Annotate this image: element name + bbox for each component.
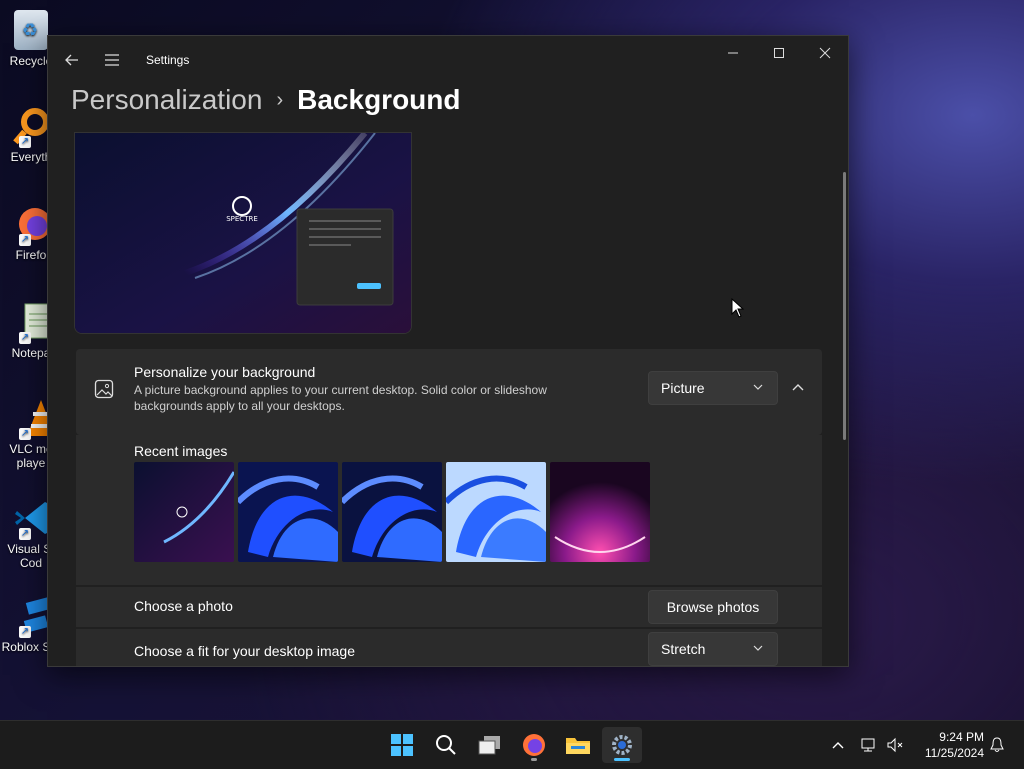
choose-fit-label: Choose a fit for your desktop image — [134, 643, 356, 659]
fit-dropdown[interactable]: Stretch — [648, 632, 778, 666]
personalize-background-card: Personalize your background A picture ba… — [76, 349, 822, 435]
everything-search-icon: ↗ — [11, 106, 51, 148]
active-indicator — [614, 758, 630, 761]
shortcut-arrow-icon: ↗ — [19, 626, 31, 638]
recent-images-label: Recent images — [134, 443, 228, 459]
app-title: Settings — [146, 53, 190, 67]
settings-content: SPECTRE Personalize your background A pi… — [48, 132, 848, 666]
mouse-cursor-icon — [731, 298, 745, 318]
show-hidden-icons-button[interactable] — [828, 721, 848, 769]
firefox-icon — [523, 734, 545, 756]
running-indicator — [531, 758, 537, 761]
choose-photo-label: Choose a photo — [134, 598, 233, 614]
task-view-button[interactable] — [470, 727, 510, 763]
shortcut-arrow-icon: ↗ — [19, 332, 31, 344]
personalize-description: A picture background applies to your cur… — [134, 383, 547, 413]
bell-icon — [990, 737, 1004, 752]
clock-time: 9:24 PM — [939, 730, 984, 744]
minimize-icon — [728, 52, 738, 54]
taskbar-search-button[interactable] — [426, 727, 466, 763]
breadcrumb: Personalization › Background — [71, 84, 460, 116]
roblox-studio-icon: ↗ — [11, 596, 51, 638]
settings-gear-icon — [612, 735, 632, 755]
windows-start-icon — [391, 734, 413, 756]
shortcut-arrow-icon: ↗ — [19, 428, 31, 440]
personalize-title: Personalize your background — [134, 364, 316, 380]
search-icon — [436, 735, 456, 755]
chevron-down-icon — [753, 384, 763, 390]
vscode-icon: ↗ — [11, 498, 55, 540]
background-type-dropdown[interactable]: Picture — [648, 371, 778, 405]
picture-icon — [94, 379, 114, 404]
file-explorer-icon — [566, 738, 590, 754]
minimize-button[interactable] — [710, 36, 756, 70]
recycle-bin-icon: ♻ — [14, 10, 48, 50]
vertical-scrollbar[interactable] — [843, 172, 846, 440]
volume-muted-icon — [887, 737, 903, 753]
recent-images-strip — [134, 462, 654, 562]
clock-date: 11/25/2024 — [924, 746, 984, 760]
recent-image-thumbnail[interactable] — [238, 462, 338, 562]
taskbar: 9:24 PM 11/25/2024 — [0, 720, 1024, 769]
recent-image-thumbnail[interactable] — [342, 462, 442, 562]
settings-window: Settings Personalization › Background SP… — [47, 35, 849, 667]
taskbar-settings-button[interactable] — [602, 727, 642, 763]
nav-menu-button[interactable] — [96, 44, 128, 76]
recent-images-section: Recent images — [76, 435, 822, 585]
network-disconnected-icon — [861, 738, 875, 752]
fit-value: Stretch — [661, 641, 706, 657]
firefox-icon: ↗ — [11, 204, 51, 246]
hamburger-icon — [105, 54, 119, 66]
start-button[interactable] — [382, 727, 422, 763]
task-view-icon — [478, 736, 500, 755]
breadcrumb-parent[interactable]: Personalization — [71, 84, 262, 116]
vlc-icon: ↗ — [11, 398, 55, 440]
taskbar-firefox-button[interactable] — [514, 727, 554, 763]
page-title: Background — [297, 84, 461, 115]
desktop-preview: SPECTRE — [74, 132, 412, 334]
shortcut-arrow-icon: ↗ — [19, 234, 31, 246]
shortcut-arrow-icon: ↗ — [19, 136, 31, 148]
background-type-value: Picture — [661, 380, 705, 396]
close-icon — [819, 47, 831, 59]
breadcrumb-separator: › — [276, 88, 284, 111]
back-button[interactable] — [56, 44, 88, 76]
maximize-button[interactable] — [756, 36, 802, 70]
collapse-button[interactable] — [782, 371, 814, 405]
recent-image-thumbnail[interactable] — [446, 462, 546, 562]
taskbar-clock[interactable]: 9:24 PM 11/25/2024 — [925, 729, 984, 761]
chevron-up-icon — [832, 742, 844, 749]
choose-photo-row: Choose a photo Browse photos — [76, 587, 822, 627]
browse-photos-button[interactable]: Browse photos — [648, 590, 778, 624]
chevron-up-icon — [792, 384, 804, 391]
notepad-icon: ↗ — [11, 302, 52, 344]
shortcut-arrow-icon: ↗ — [19, 528, 31, 540]
recent-image-thumbnail[interactable] — [134, 462, 234, 562]
title-bar[interactable]: Settings — [48, 36, 848, 84]
recent-image-thumbnail[interactable] — [550, 462, 650, 562]
notifications-button[interactable] — [986, 721, 1008, 769]
preview-wallpaper-image: SPECTRE — [75, 133, 411, 333]
preview-logo-text: SPECTRE — [226, 215, 258, 223]
choose-fit-row: Choose a fit for your desktop image Stre… — [76, 629, 822, 666]
chevron-down-icon — [753, 645, 763, 651]
network-status-button[interactable] — [858, 721, 880, 769]
volume-button[interactable] — [884, 721, 906, 769]
taskbar-file-explorer-button[interactable] — [558, 727, 598, 763]
maximize-icon — [774, 48, 784, 58]
back-arrow-icon — [65, 54, 78, 66]
close-button[interactable] — [802, 36, 848, 70]
